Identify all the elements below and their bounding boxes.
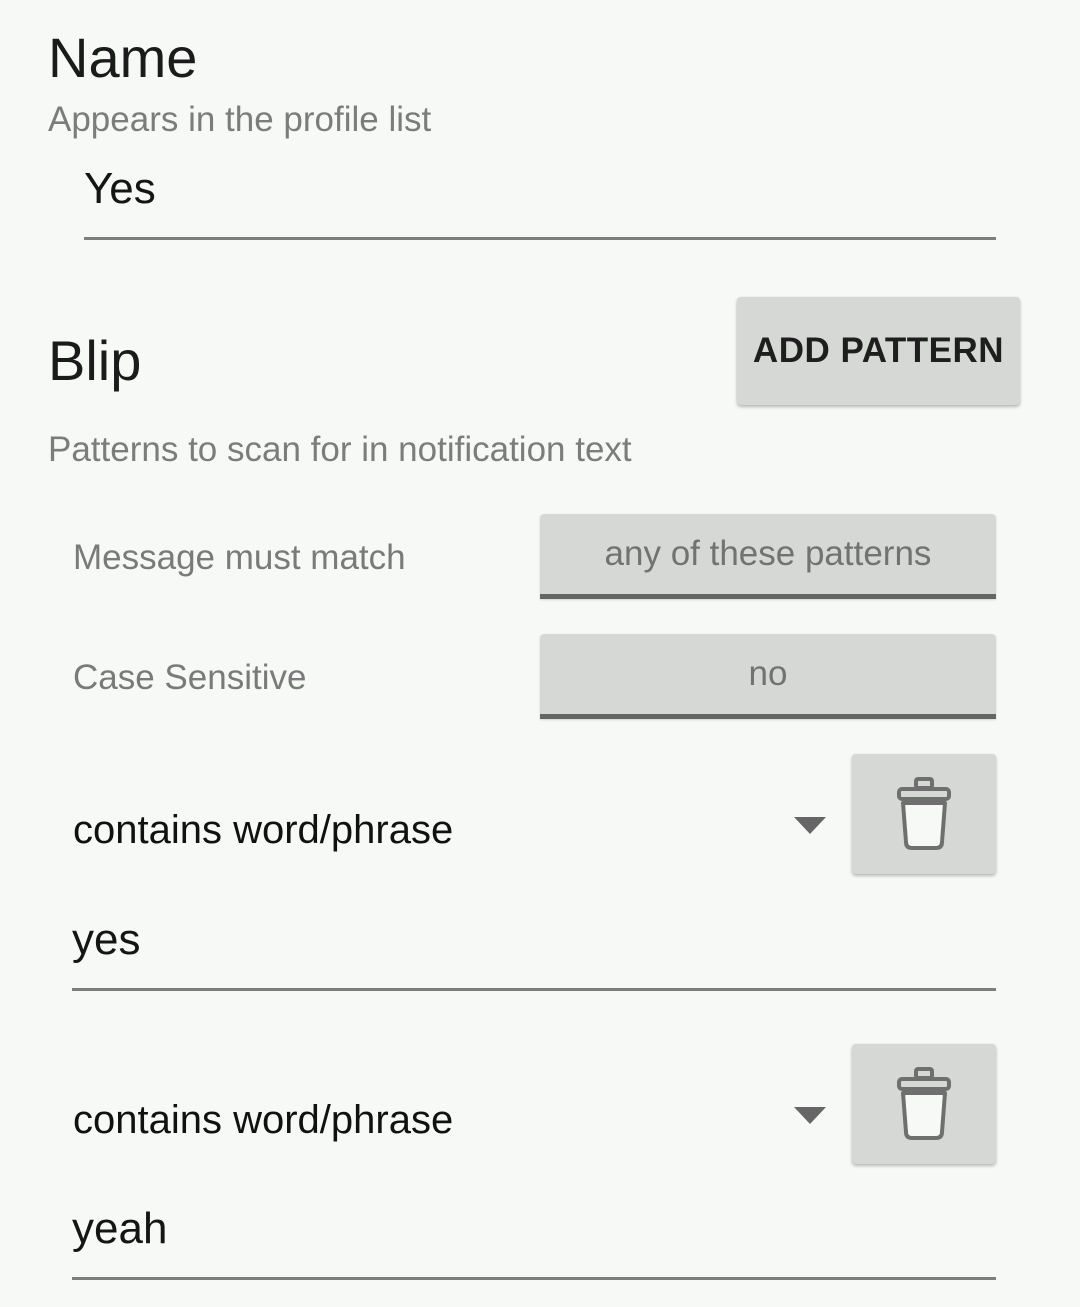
match-mode-toggle[interactable]: any of these patterns — [540, 514, 996, 599]
match-mode-label: Message must match — [73, 538, 406, 577]
case-sensitive-value: no — [748, 654, 788, 693]
pattern-input-value: yeah — [72, 1204, 168, 1253]
delete-pattern-button[interactable] — [852, 754, 996, 874]
triangle-down-icon — [794, 1107, 826, 1124]
match-mode-value: any of these patterns — [604, 534, 932, 573]
triangle-down-icon — [794, 817, 826, 834]
name-title: Name — [48, 26, 198, 89]
name-subtitle: Appears in the profile list — [48, 100, 432, 139]
case-sensitive-label: Case Sensitive — [73, 658, 307, 697]
pattern-input[interactable]: yes — [72, 900, 996, 991]
name-input-value: Yes — [84, 164, 156, 213]
pattern-input[interactable]: yeah — [72, 1189, 996, 1280]
pattern-type-dropdown[interactable]: contains word/phrase — [60, 1070, 840, 1166]
case-sensitive-toggle[interactable]: no — [540, 634, 996, 719]
name-input[interactable]: Yes — [84, 150, 996, 240]
pattern-input-value: yes — [72, 915, 141, 964]
trash-icon — [897, 1067, 951, 1140]
pattern-type-value: contains word/phrase — [73, 1098, 454, 1142]
blip-subtitle: Patterns to scan for in notification tex… — [48, 430, 632, 469]
pattern-type-value: contains word/phrase — [73, 808, 454, 852]
add-pattern-label: ADD PATTERN — [752, 331, 1005, 370]
pattern-type-dropdown[interactable]: contains word/phrase — [60, 780, 840, 876]
delete-pattern-button[interactable] — [852, 1044, 996, 1164]
trash-icon — [897, 777, 951, 850]
add-pattern-button[interactable]: ADD PATTERN — [737, 297, 1020, 405]
blip-title: Blip — [48, 329, 142, 392]
